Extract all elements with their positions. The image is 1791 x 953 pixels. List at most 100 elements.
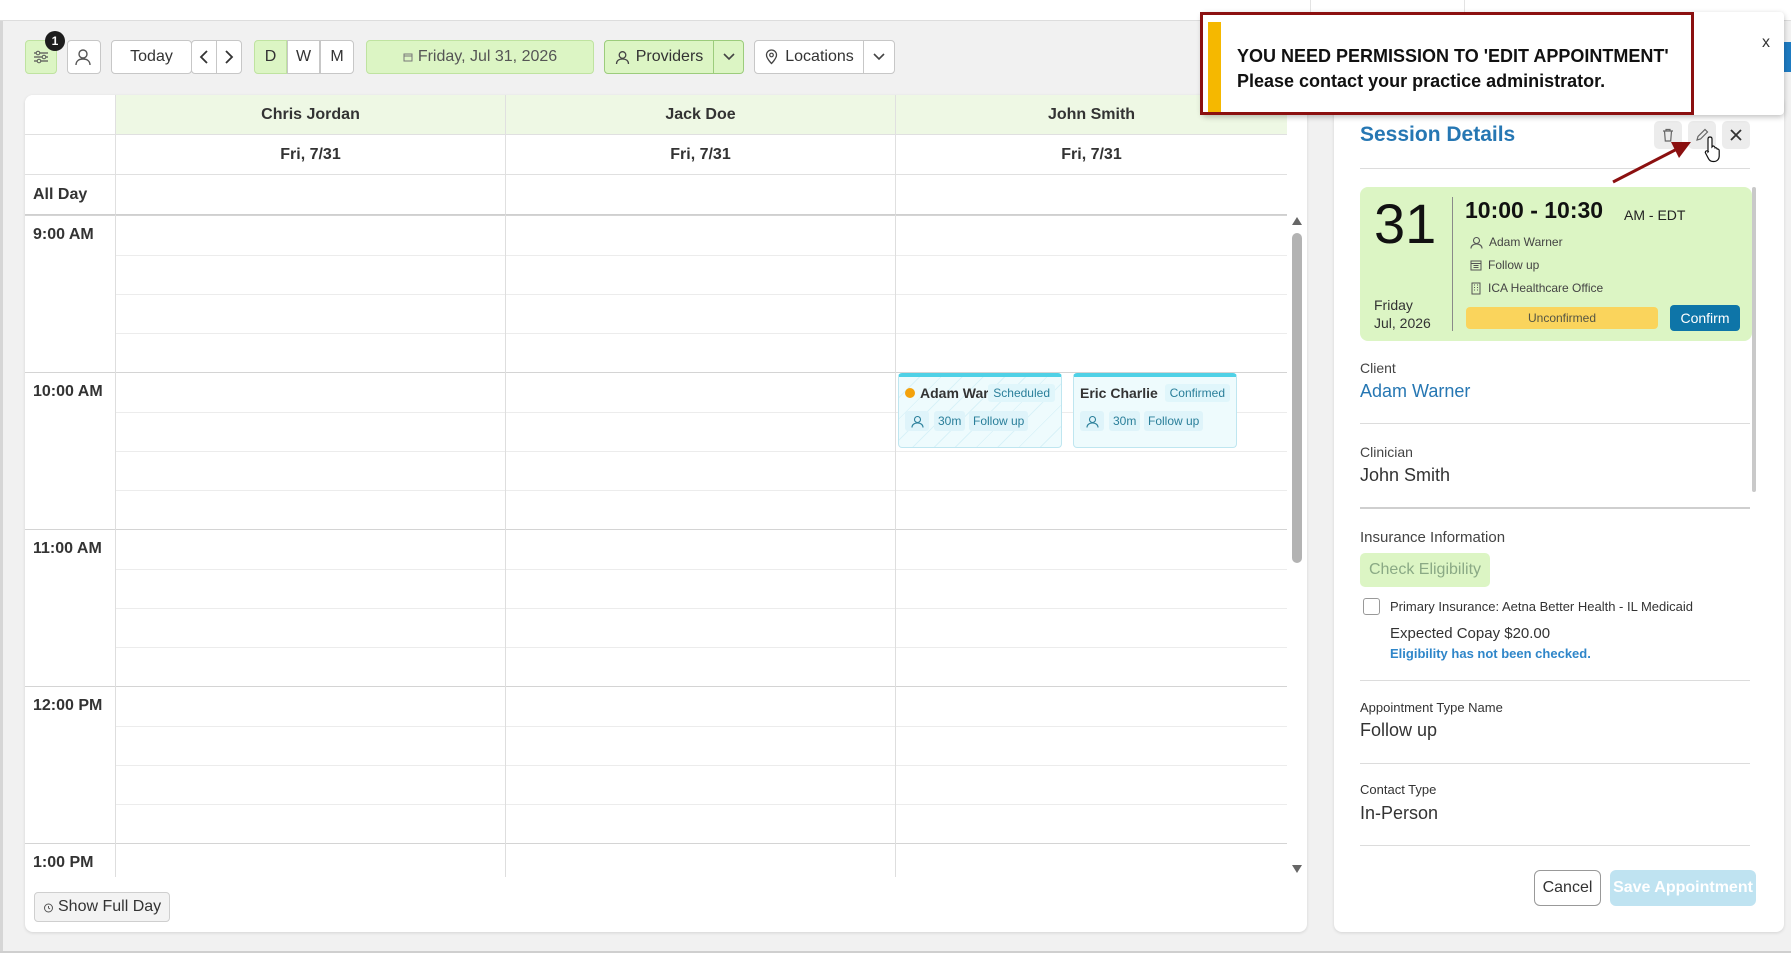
panel-scrollbar[interactable] <box>1752 187 1756 492</box>
card-location: ICA Healthcare Office <box>1470 281 1603 295</box>
appointment-name: Eric Charlie <box>1080 385 1158 401</box>
close-panel-button[interactable] <box>1722 121 1750 149</box>
sliders-icon <box>34 50 48 64</box>
contact-type-value: In-Person <box>1360 803 1439 823</box>
view-month-button[interactable]: M <box>320 40 354 74</box>
provider-date: Fri, 7/31 <box>115 135 505 175</box>
building-icon <box>1471 282 1481 294</box>
slot-line <box>115 608 1287 609</box>
slot-line <box>115 255 1287 256</box>
expected-copay: Expected Copay $20.00 <box>1390 625 1551 642</box>
slot-line <box>115 490 1287 491</box>
card-location-name: ICA Healthcare Office <box>1488 281 1604 295</box>
person-search-icon <box>75 49 91 66</box>
appointment-card[interactable]: Adam War... Scheduled 30m Follow up <box>898 373 1062 448</box>
slot-line <box>115 804 1287 805</box>
day-number: 31 <box>1374 192 1437 255</box>
card-appt-type-name: Follow up <box>1488 258 1540 272</box>
status-badge: Unconfirmed <box>1466 307 1658 329</box>
eligibility-note: Eligibility has not been checked. <box>1390 646 1591 661</box>
calendar-icon <box>1470 260 1482 271</box>
today-button[interactable]: Today <box>111 40 192 74</box>
card-appt-type: Follow up <box>1470 258 1539 272</box>
client-link[interactable]: Adam Warner <box>1360 381 1470 402</box>
appointment-card[interactable]: Eric Charlie Confirmed 30m Follow up <box>1073 373 1237 448</box>
slot-line <box>115 726 1287 727</box>
clinician-value: John Smith <box>1360 465 1451 485</box>
filter-count-badge: 1 <box>45 31 65 51</box>
divider <box>1360 680 1750 681</box>
hour-row: 11:00 AM <box>25 529 1287 686</box>
column-line <box>115 215 116 877</box>
primary-insurance-checkbox[interactable] <box>1363 598 1380 615</box>
location-pin-icon <box>766 49 778 65</box>
scroll-down-arrow[interactable] <box>1292 865 1302 873</box>
providers-label: Providers <box>635 48 704 65</box>
scroll-thumb[interactable] <box>1292 233 1302 563</box>
providers-dropdown[interactable] <box>713 40 744 74</box>
column-line <box>505 215 506 877</box>
check-eligibility-button[interactable]: Check Eligibility <box>1360 553 1490 587</box>
hour-row: 12:00 PM <box>25 686 1287 843</box>
view-week-button[interactable]: W <box>287 40 320 74</box>
time-grid[interactable]: 9:00 AM 10:00 AM 11:00 AM 12:00 PM 1:00 … <box>25 215 1287 877</box>
providers-button[interactable]: Providers <box>604 40 714 74</box>
scroll-up-arrow[interactable] <box>1292 217 1302 225</box>
date-picker-button[interactable]: Friday, Jul 31, 2026 <box>366 40 594 74</box>
duration-chip: 30m <box>934 411 966 431</box>
appointment-summary-card: 31 Friday Jul, 2026 10:00 - 10:30 AM - E… <box>1360 187 1752 341</box>
date-row-corner <box>25 135 115 175</box>
close-icon <box>1730 129 1742 141</box>
locations-button[interactable]: Locations <box>754 40 864 74</box>
all-day-cell[interactable] <box>505 175 895 215</box>
hour-row: 1:00 PM <box>25 843 1287 877</box>
toast-close-button[interactable]: x <box>1762 34 1770 52</box>
primary-insurance-label: Primary Insurance: Aetna Better Health -… <box>1390 599 1693 614</box>
provider-date: Fri, 7/31 <box>505 135 895 175</box>
status-dot <box>905 388 915 398</box>
calendar-grid: Chris Jordan Jack Doe John Smith Fri, 7/… <box>25 95 1307 932</box>
slot-line <box>115 294 1287 295</box>
card-client: Adam Warner <box>1470 235 1563 249</box>
insurance-label: Insurance Information <box>1360 529 1506 546</box>
show-full-day-label: Show Full Day <box>58 898 162 915</box>
save-appointment-button[interactable]: Save Appointment <box>1610 870 1756 906</box>
locations-dropdown[interactable] <box>863 40 895 74</box>
person-icon <box>1085 415 1099 428</box>
hand-cursor-icon <box>1704 136 1720 163</box>
slot-line <box>115 569 1287 570</box>
slot-line <box>115 647 1287 648</box>
show-full-day-button[interactable]: Show Full Day <box>34 892 171 922</box>
provider-header: Chris Jordan <box>115 95 505 135</box>
all-day-cell[interactable] <box>115 175 505 215</box>
next-button[interactable] <box>216 40 242 74</box>
in-person-chip <box>905 411 929 431</box>
prev-button[interactable] <box>191 40 217 74</box>
timezone: AM - EDT <box>1624 207 1686 223</box>
column-line <box>895 215 896 877</box>
appointment-status: Confirmed <box>1164 384 1230 402</box>
provider-date: Fri, 7/31 <box>895 135 1287 175</box>
left-edge <box>0 21 3 953</box>
appointment-name: Adam War... <box>905 385 1000 401</box>
cancel-button[interactable]: Cancel <box>1534 870 1601 906</box>
chevron-down-icon <box>722 53 735 61</box>
type-chip: Follow up <box>1144 411 1204 431</box>
all-day-cell[interactable] <box>895 175 1287 215</box>
duration-chip: 30m <box>1109 411 1141 431</box>
time-label: 10:00 AM <box>33 383 103 400</box>
all-day-label: All Day <box>33 186 88 203</box>
client-search-button[interactable] <box>67 40 101 74</box>
in-person-chip <box>1080 411 1104 431</box>
calendar-scrollbar[interactable] <box>1289 215 1303 877</box>
month-year: Jul, 2026 <box>1374 315 1431 331</box>
panel-title: Session Details <box>1360 123 1516 146</box>
person-icon <box>910 415 924 428</box>
session-details-panel: Session Details 31 Friday Jul, 2026 10:0… <box>1334 95 1784 932</box>
view-day-button[interactable]: D <box>254 40 287 74</box>
locations-label: Locations <box>785 48 854 65</box>
alarm-clock-icon <box>44 903 53 912</box>
client-label: Client <box>1360 360 1396 376</box>
confirm-button[interactable]: Confirm <box>1670 305 1740 331</box>
time-label: 12:00 PM <box>33 697 103 714</box>
